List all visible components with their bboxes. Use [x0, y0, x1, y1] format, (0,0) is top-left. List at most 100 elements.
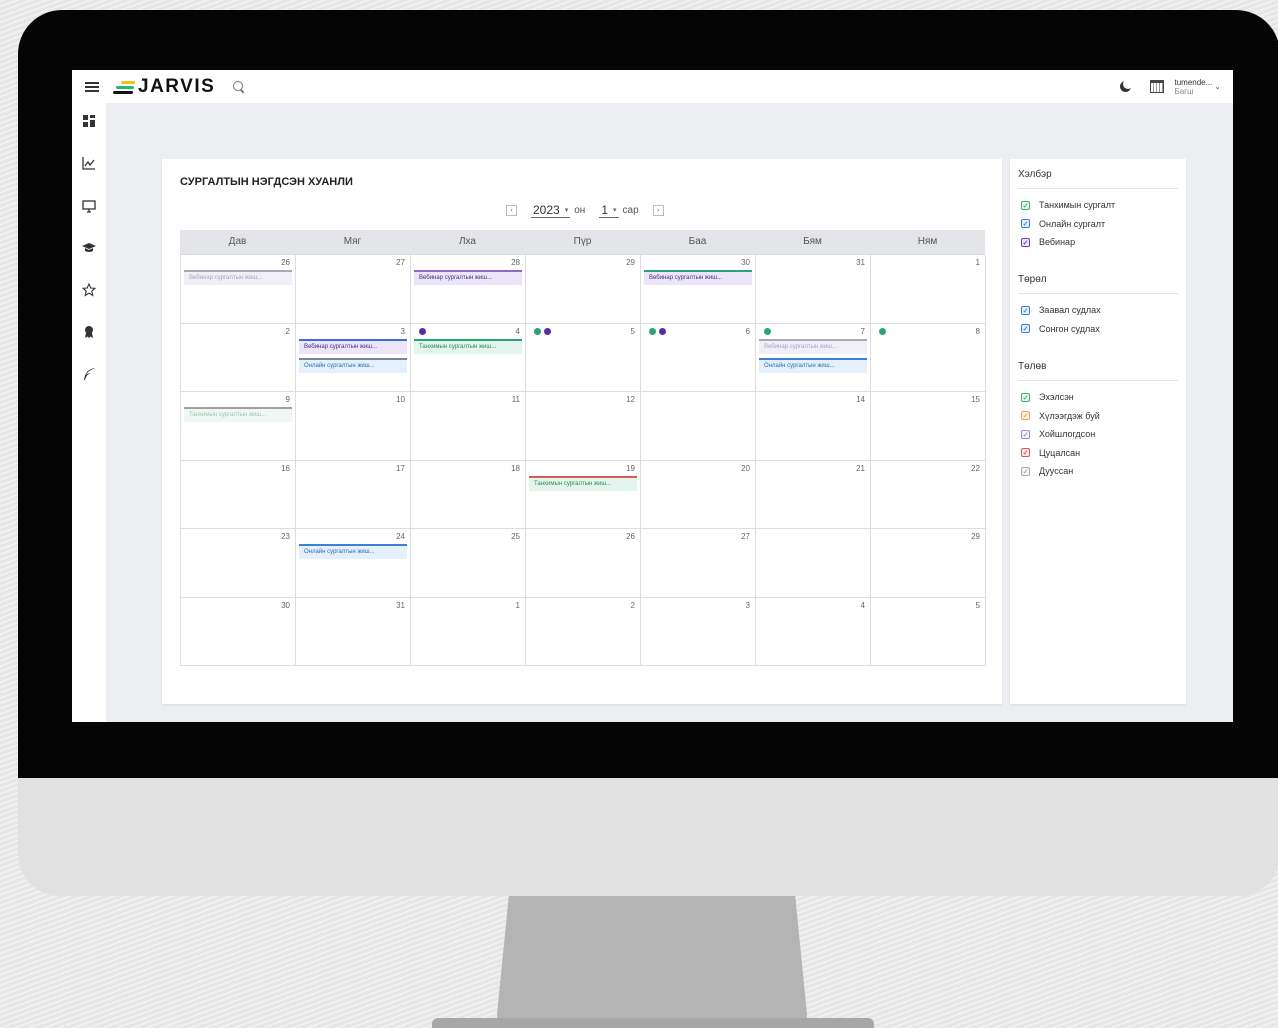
calendar-day-cell[interactable]: 3 [641, 597, 756, 666]
calendar-day-cell[interactable]: 17 [296, 460, 411, 529]
green-event-dot[interactable] [764, 327, 771, 335]
calendar-event[interactable]: Танхимын сургалтын жиш... [529, 475, 637, 491]
calendar-day-cell[interactable]: 27 [296, 255, 411, 324]
calendar-day-cell[interactable]: 2 [526, 597, 641, 666]
feather-icon[interactable] [82, 367, 96, 381]
calendar-day-cell[interactable]: 11 [411, 392, 526, 461]
star-icon[interactable] [81, 282, 97, 297]
calendar-day-cell[interactable]: 1 [411, 597, 526, 666]
filter-checkbox[interactable]: ✓ Вебинар [1018, 233, 1178, 252]
calendar-event[interactable]: Вебинар сургалтын жиш... [414, 270, 522, 285]
calendar-day-cell[interactable]: 27 [641, 529, 756, 598]
checkbox-checked-icon[interactable]: ✓ [1021, 305, 1030, 315]
dashboard-icon[interactable] [82, 115, 96, 129]
calendar-day-cell[interactable]: 20 [641, 460, 756, 529]
calendar-day-cell[interactable]: 1 [871, 255, 986, 324]
calendar-day-cell[interactable]: 19 Танхимын сургалтын жиш... [526, 460, 641, 529]
calendar-event[interactable]: Танхимын сургалтын жиш... [414, 338, 522, 354]
green-event-dot[interactable] [649, 327, 656, 335]
logo[interactable]: JARVIS [113, 76, 215, 98]
dark-mode-icon[interactable] [1118, 78, 1134, 94]
calendar-day-cell[interactable]: 21 [756, 460, 871, 529]
calendar-day-cell[interactable]: 30 [181, 597, 296, 666]
calendar-day-cell[interactable]: 14 [756, 392, 871, 461]
search-icon[interactable] [233, 80, 245, 93]
chevron-down-icon[interactable]: ⌄ [1214, 82, 1221, 91]
checkbox-checked-icon[interactable]: ✓ [1021, 237, 1030, 247]
calendar-event[interactable]: Вебинар сургалтын жиш... [184, 270, 292, 285]
year-select[interactable]: 2023 ▾ [531, 203, 571, 218]
calendar-day-cell[interactable]: 4 [756, 597, 871, 666]
calendar-day-cell[interactable]: 8 [871, 323, 986, 392]
checkbox-checked-icon[interactable]: ✓ [1021, 411, 1030, 421]
calendar-day-cell[interactable]: 31 [296, 597, 411, 666]
calendar-icon[interactable] [1150, 80, 1165, 93]
calendar-day-cell[interactable]: 15 [871, 392, 986, 461]
checkbox-checked-icon[interactable]: ✓ [1021, 324, 1030, 334]
checkbox-checked-icon[interactable]: ✓ [1021, 219, 1030, 229]
menu-icon[interactable] [85, 81, 99, 92]
calendar-event[interactable]: Вебинар сургалтын жиш... [759, 338, 867, 354]
chart-line-icon[interactable] [82, 156, 96, 170]
calendar-day-cell[interactable]: 28 Вебинар сургалтын жиш... [411, 255, 526, 324]
calendar-event[interactable]: Онлайн сургалтын жиш... [299, 357, 407, 373]
next-month-button[interactable]: › [652, 205, 664, 216]
calendar-day-cell[interactable] [641, 392, 756, 461]
calendar-event[interactable]: Вебинар сургалтын жиш... [644, 270, 752, 285]
calendar-event[interactable]: Танхимын сургалтын жиш... [184, 407, 292, 422]
graduation-cap-icon[interactable] [82, 241, 96, 255]
filter-checkbox[interactable]: ✓ Цуцалсан [1018, 444, 1178, 463]
checkbox-checked-icon[interactable]: ✓ [1021, 392, 1030, 402]
award-icon[interactable] [82, 325, 96, 339]
calendar-day-cell[interactable]: 2 [181, 323, 296, 392]
calendar-day-cell[interactable]: 9 Танхимын сургалтын жиш... [181, 392, 296, 461]
month-select[interactable]: 1 ▾ [599, 203, 619, 218]
calendar-day-cell[interactable]: 22 [871, 460, 986, 529]
purple-event-dot[interactable] [544, 327, 551, 335]
calendar-day-cell[interactable]: 16 [181, 460, 296, 529]
filter-checkbox[interactable]: ✓ Хойшлогдсон [1018, 425, 1178, 444]
filter-checkbox[interactable]: ✓ Заавал судлах [1018, 301, 1178, 320]
day-number: 9 [285, 395, 290, 404]
purple-event-dot[interactable] [419, 327, 426, 335]
monitor-icon[interactable] [82, 199, 96, 213]
green-event-dot[interactable] [879, 327, 886, 335]
calendar-day-cell[interactable]: 10 [296, 392, 411, 461]
filter-checkbox[interactable]: ✓ Онлайн сургалт [1018, 215, 1178, 234]
prev-month-button[interactable]: ‹ [506, 205, 517, 216]
calendar-day-cell[interactable]: 30 Вебинар сургалтын жиш... [641, 255, 756, 324]
checkbox-checked-icon[interactable]: ✓ [1021, 200, 1030, 210]
filter-checkbox[interactable]: ✓ Эхэлсэн [1018, 388, 1178, 407]
filter-section: Төлөв ✓ Эхэлсэн ✓ Хүлээгдэж буй ✓ Хойшлогдсон ✓… [1018, 361, 1178, 481]
calendar-day-cell[interactable]: 23 [181, 529, 296, 598]
calendar-day-cell[interactable]: 4 Танхимын сургалтын жиш... [411, 323, 526, 392]
calendar-day-cell[interactable]: 29 [526, 255, 641, 324]
filter-checkbox[interactable]: ✓ Танхимын сургалт [1018, 196, 1178, 215]
calendar-day-cell[interactable]: 12 [526, 392, 641, 461]
calendar-day-cell[interactable]: 26 [526, 529, 641, 598]
calendar-event[interactable]: Онлайн сургалтын жиш... [759, 357, 867, 373]
calendar-day-cell[interactable]: 5 [871, 597, 986, 666]
calendar-day-cell[interactable]: 24 Онлайн сургалтын жиш... [296, 529, 411, 598]
calendar-day-cell[interactable]: 29 [871, 529, 986, 598]
calendar-day-cell[interactable]: 25 [411, 529, 526, 598]
calendar-event[interactable]: Онлайн сургалтын жиш... [299, 544, 407, 559]
calendar-day-cell[interactable]: 26 Вебинар сургалтын жиш... [181, 255, 296, 324]
calendar-day-cell[interactable]: 6 [641, 323, 756, 392]
calendar-day-cell[interactable]: 5 [526, 323, 641, 392]
calendar-day-cell[interactable]: 18 [411, 460, 526, 529]
calendar-day-cell[interactable]: 7 Вебинар сургалтын жиш... Онлайн сургалты… [756, 323, 871, 392]
calendar-day-cell[interactable]: 3 Вебинар сургалтын жиш... Онлайн сургалты… [296, 323, 411, 392]
green-event-dot[interactable] [534, 327, 541, 335]
filter-checkbox[interactable]: ✓ Сонгон судлах [1018, 320, 1178, 339]
checkbox-checked-icon[interactable]: ✓ [1021, 429, 1030, 439]
checkbox-checked-icon[interactable]: ✓ [1021, 448, 1030, 458]
filter-checkbox[interactable]: ✓ Дууссан [1018, 462, 1178, 481]
checkbox-checked-icon[interactable]: ✓ [1021, 466, 1030, 476]
calendar-event[interactable]: Вебинар сургалтын жиш... [299, 338, 407, 354]
calendar-day-cell[interactable] [756, 529, 871, 598]
filter-checkbox[interactable]: ✓ Хүлээгдэж буй [1018, 407, 1178, 426]
calendar-day-cell[interactable]: 31 [756, 255, 871, 324]
user-menu[interactable]: tumende... Багш [1174, 78, 1212, 96]
purple-event-dot[interactable] [659, 327, 666, 335]
